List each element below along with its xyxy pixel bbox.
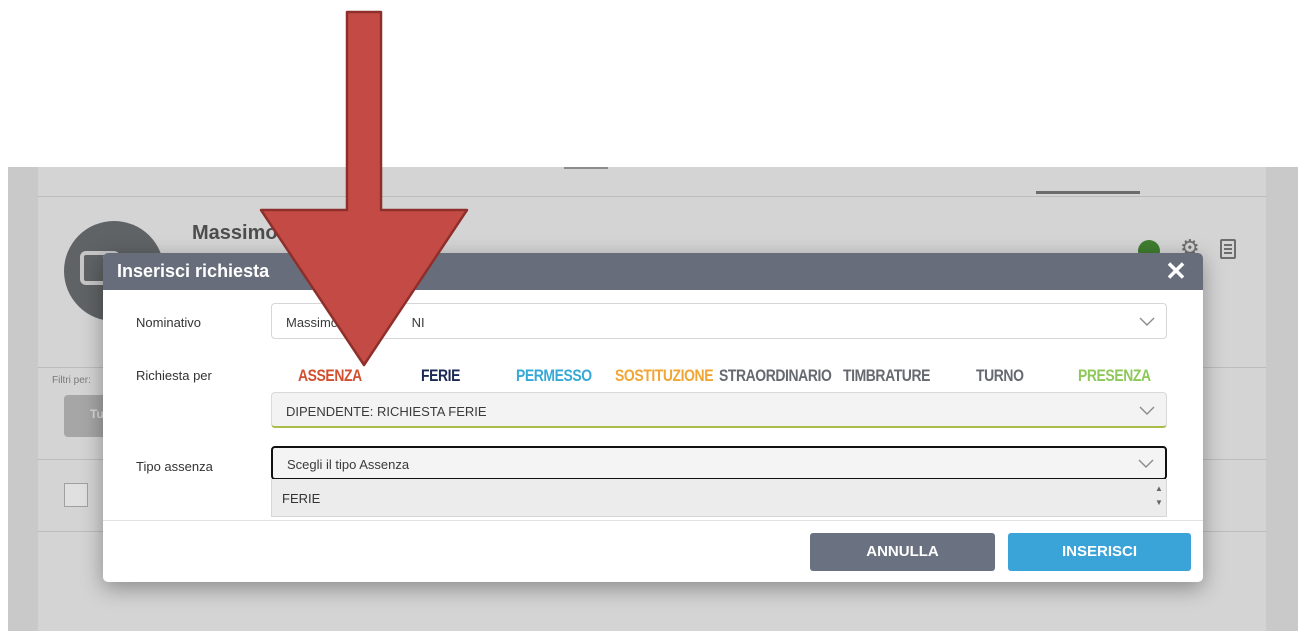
user-name: Massimo (192, 222, 278, 244)
tipo-assenza-label: Tipo assenza (136, 459, 213, 474)
category-presenza[interactable]: PRESENZA (1078, 366, 1151, 386)
category-ferie[interactable]: FERIE (421, 366, 460, 386)
tipo-assenza-placeholder: Scegli il tipo Assenza (287, 457, 410, 472)
footer-divider (103, 520, 1203, 521)
row-checkbox[interactable] (64, 483, 88, 507)
category-sostituzione[interactable]: SOSTITUZIONE (615, 366, 714, 386)
chevron-down-icon (1139, 317, 1155, 326)
nominativo-value: Massimo (286, 315, 339, 330)
nominativo-value-suffix: NI (411, 315, 425, 330)
nominativo-label: Nominativo (136, 315, 202, 330)
screenshot-stage: Massimo ⚙ Filtri per: Tu Inserisci richi… (0, 0, 1306, 631)
category-turno[interactable]: TURNO (976, 366, 1024, 386)
insert-request-modal: Inserisci richiesta ✕ Nominativo Massimo… (103, 253, 1203, 582)
richiesta-type-select[interactable]: DIPENDENTE: RICHIESTA FERIE (271, 392, 1167, 428)
modal-header: Inserisci richiesta ✕ (103, 253, 1203, 290)
chevron-down-icon (1138, 459, 1154, 468)
dropdown-scrollbar[interactable]: ▲ ▼ (1154, 482, 1164, 514)
chevron-down-icon (1139, 406, 1155, 415)
header-divider (38, 196, 1266, 197)
filters-label: Filtri per: (52, 375, 91, 386)
tipo-assenza-select[interactable]: Scegli il tipo Assenza (271, 446, 1167, 480)
category-assenza[interactable]: ASSENZA (298, 366, 362, 386)
modal-title: Inserisci richiesta (117, 261, 270, 281)
category-straordinario[interactable]: STRAORDINARIO (719, 366, 832, 386)
nominativo-select[interactable]: Massimo NI (271, 303, 1167, 339)
active-tab-underline (1036, 191, 1140, 194)
cancel-button[interactable]: ANNULLA (810, 533, 995, 571)
category-timbrature[interactable]: TIMBRATURE (843, 366, 930, 386)
richiesta-per-label: Richiesta per (136, 368, 212, 383)
richiesta-type-value: DIPENDENTE: RICHIESTA FERIE (286, 404, 487, 419)
tipo-assenza-dropdown-list: FERIE ▲ ▼ (271, 479, 1167, 517)
insert-button[interactable]: INSERISCI (1008, 533, 1191, 571)
close-icon[interactable]: ✕ (1163, 258, 1189, 284)
top-indicator (564, 167, 608, 169)
dropdown-option[interactable]: FERIE (282, 491, 320, 506)
category-permesso[interactable]: PERMESSO (516, 366, 592, 386)
document-icon[interactable] (1220, 239, 1236, 259)
